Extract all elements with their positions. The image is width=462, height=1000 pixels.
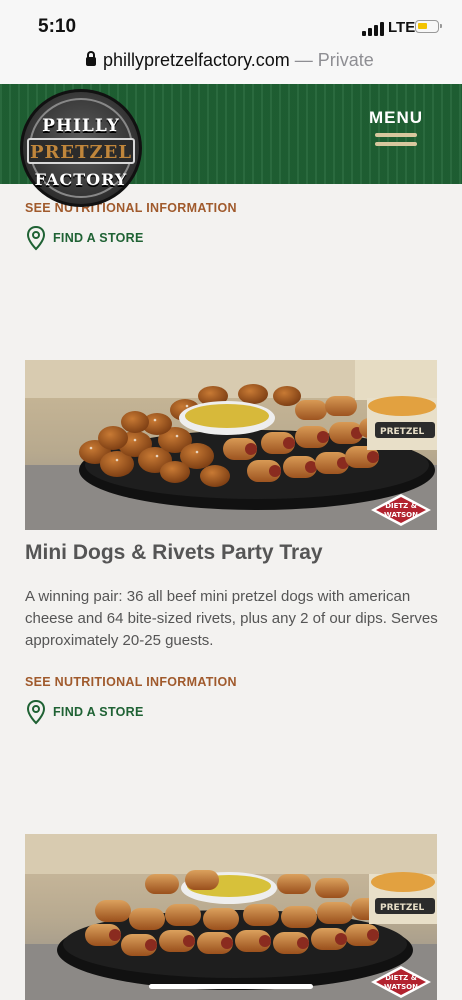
url-domain: phillypretzelfactory.com <box>103 50 290 70</box>
product-image-2[interactable]: PRETZEL DIETZ & WATSON <box>25 834 437 1000</box>
product-nutrition-link[interactable]: SEE NUTRITIONAL INFORMATION <box>25 675 237 689</box>
logo-line-3: FACTORY <box>34 170 128 189</box>
badge-line-2: WATSON <box>384 983 418 991</box>
battery-icon <box>415 20 442 33</box>
lock-icon <box>86 51 96 66</box>
home-indicator[interactable] <box>149 984 313 989</box>
address-bar[interactable]: phillypretzelfactory.com — Private <box>0 44 462 84</box>
nutrition-link[interactable]: SEE NUTRITIONAL INFORMATION <box>25 201 237 215</box>
status-time: 5:10 <box>38 16 77 37</box>
network-type: LTE <box>388 19 416 36</box>
hamburger-icon <box>366 133 426 146</box>
badge-line-1: DIETZ & <box>385 502 417 510</box>
product-description: A winning pair: 36 all beef mini pretzel… <box>25 588 438 649</box>
logo-line-1: PHILLY <box>42 116 120 136</box>
menu-button[interactable]: MENU <box>366 108 426 146</box>
menu-label: MENU <box>368 108 424 127</box>
site-header: PHILLY PRETZEL FACTORY MENU <box>0 84 462 207</box>
find-store-label: FIND A STORE <box>53 231 144 245</box>
badge-line-2: WATSON <box>384 511 418 519</box>
cup-label: PRETZEL <box>380 903 424 913</box>
cellular-signal-icon <box>362 22 384 36</box>
badge-line-1: DIETZ & <box>385 974 417 982</box>
status-bar: 5:10 LTE <box>0 0 462 44</box>
product-image[interactable]: PRETZEL DIETZ & WATSON <box>25 360 437 530</box>
map-pin-icon <box>26 699 46 725</box>
map-pin-icon <box>26 225 46 251</box>
find-store-label: FIND A STORE <box>53 705 144 719</box>
logo-line-2: PRETZEL <box>29 142 133 163</box>
private-label: — Private <box>294 50 374 70</box>
product-title: Mini Dogs & Rivets Party Tray <box>25 541 323 564</box>
site-logo[interactable]: PHILLY PRETZEL FACTORY <box>20 89 142 207</box>
cup-label: PRETZEL <box>380 427 424 437</box>
